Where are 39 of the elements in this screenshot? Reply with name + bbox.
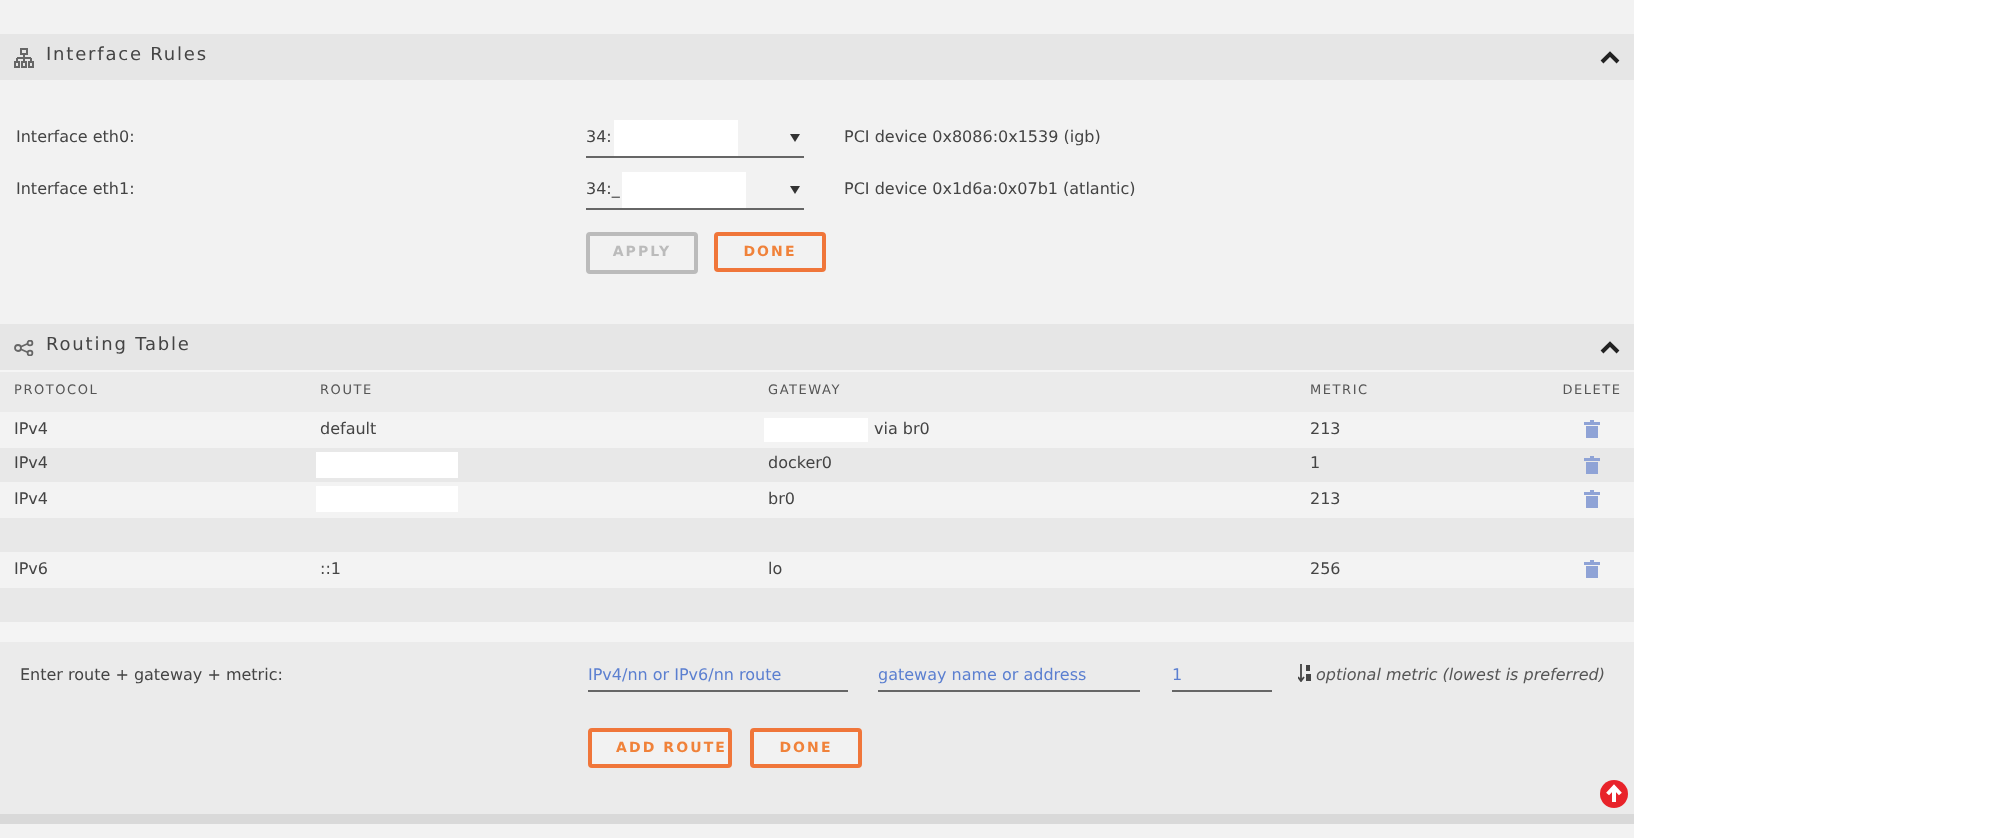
table-cell: lo <box>768 557 783 582</box>
network-icon <box>14 47 34 67</box>
table-cell-text: 213 <box>1310 487 1343 512</box>
device-info: PCI device 0x1d6a:0x07b1 (atlantic) <box>842 178 1136 202</box>
gateway-field[interactable]: gateway name or address <box>878 658 1140 692</box>
collapse-icon[interactable] <box>1600 50 1620 64</box>
mac-select[interactable]: 34: <box>586 119 804 157</box>
interface-label: Interface eth0: <box>14 126 137 150</box>
form-label: Enter route + gateway + metric: <box>18 664 285 688</box>
table-cell-text: IPv4 <box>12 417 51 442</box>
section-title: Routing Table <box>46 333 191 360</box>
table-cell: via br0 <box>874 417 930 442</box>
table-cell-text: 256 <box>1310 557 1343 582</box>
metric-field[interactable]: 1 <box>1172 658 1272 692</box>
table-cell: ::1 <box>320 557 341 582</box>
section-title: Interface Rules <box>46 43 208 70</box>
scroll-top-icon[interactable] <box>1600 780 1628 808</box>
table-cell-text: 1 <box>1310 452 1323 477</box>
table-cell-text: IPv4 <box>12 452 51 477</box>
collapse-icon[interactable] <box>1600 340 1620 354</box>
sort-icon <box>1298 664 1312 682</box>
trash-icon[interactable] <box>1584 420 1600 439</box>
trash-icon[interactable] <box>1584 455 1600 474</box>
dropdown-icon <box>790 185 800 193</box>
metric-hint: optional metric (lowest is preferred) <box>1316 664 1605 688</box>
share-icon <box>14 339 34 355</box>
route-field[interactable]: IPv4/nn or IPv6/nn route <box>588 658 848 692</box>
table-cell-text: 213 <box>1310 417 1343 442</box>
table-cell: default <box>320 417 377 442</box>
interface-label: Interface eth1: <box>14 178 137 202</box>
mac-select[interactable]: 34:_ <box>586 171 804 209</box>
table-cell: br0 <box>768 487 795 512</box>
table-cell-text: IPv4 <box>12 487 51 512</box>
dropdown-icon <box>790 133 800 141</box>
table-cell-text: IPv6 <box>12 557 51 582</box>
trash-icon[interactable] <box>1584 490 1600 509</box>
trash-icon[interactable] <box>1584 560 1600 579</box>
device-info: PCI device 0x8086:0x1539 (igb) <box>842 126 1101 150</box>
table-cell: docker0 <box>768 452 833 477</box>
